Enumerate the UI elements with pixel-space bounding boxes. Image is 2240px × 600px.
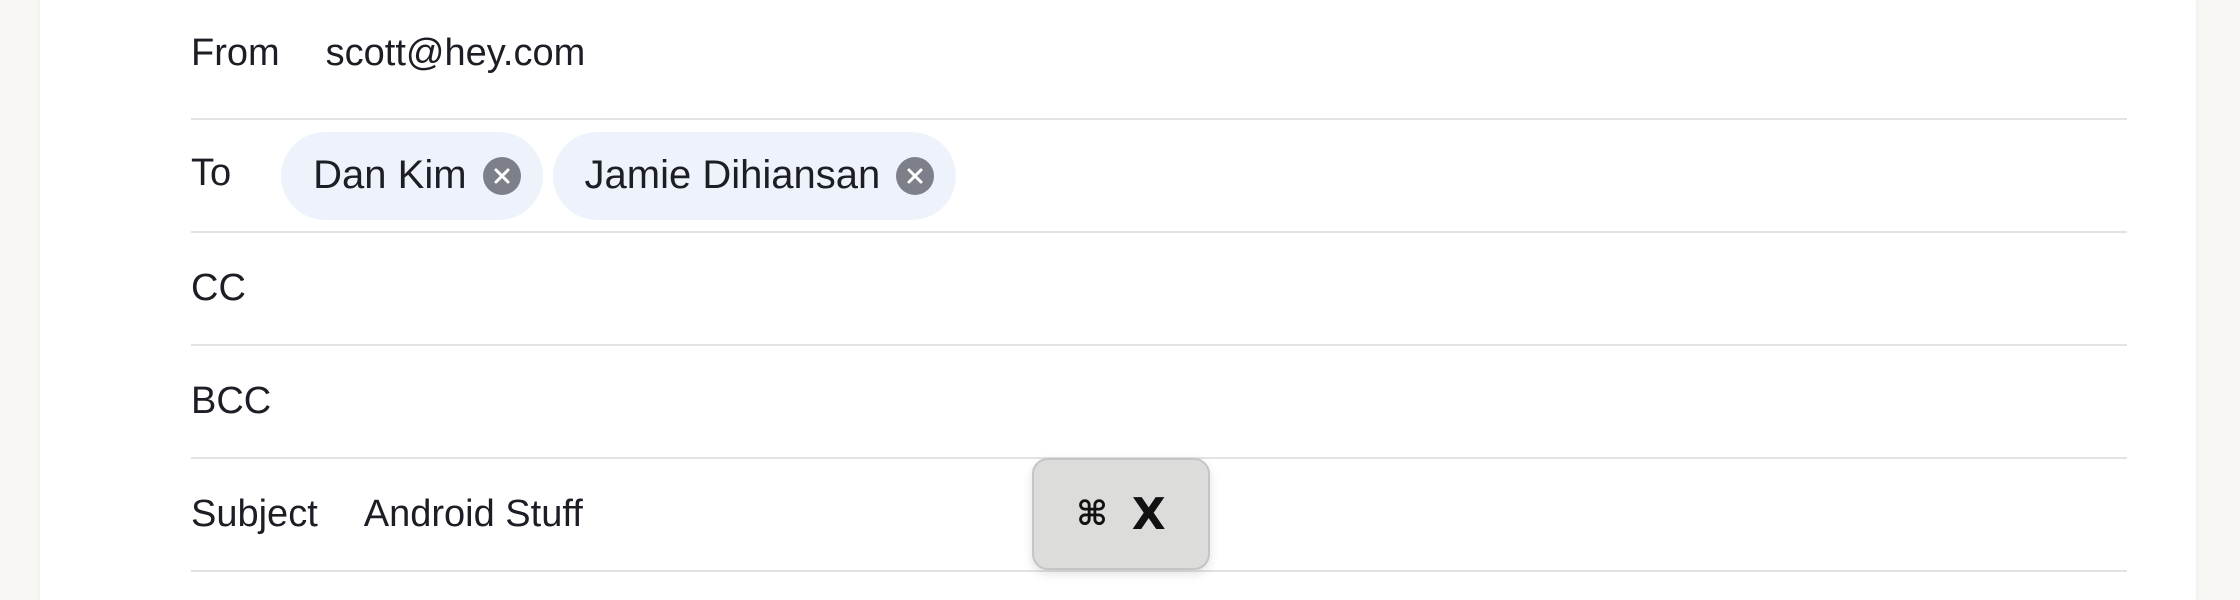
bcc-row[interactable]: BCC [191,346,2127,459]
recipient-chip[interactable]: Dan Kim [281,131,543,220]
bcc-label: BCC [191,380,272,422]
command-key-icon: ⌘ [1076,494,1108,534]
subject-input[interactable]: Android Stuff [364,493,583,536]
subject-label: Subject [191,493,318,535]
from-value[interactable]: scott@hey.com [326,32,586,75]
shortcut-key: X [1131,488,1166,540]
from-label: From [191,31,280,74]
remove-recipient-icon[interactable] [482,156,521,195]
cc-label: CC [191,267,246,309]
from-row: From scott@hey.com [191,0,2127,120]
recipient-chip[interactable]: Jamie Dihiansan [552,131,957,220]
keyboard-shortcut-overlay: ⌘ X [1032,458,1210,570]
recipient-chips: Dan Kim Jamie Dihiansan [281,131,957,220]
recipient-name: Dan Kim [313,153,467,197]
remove-recipient-icon[interactable] [896,156,935,195]
recipient-name: Jamie Dihiansan [584,153,881,197]
to-row[interactable]: To Dan Kim Jamie Dihiansan [191,120,2127,233]
cc-row[interactable]: CC [191,233,2127,346]
to-label: To [191,152,232,194]
